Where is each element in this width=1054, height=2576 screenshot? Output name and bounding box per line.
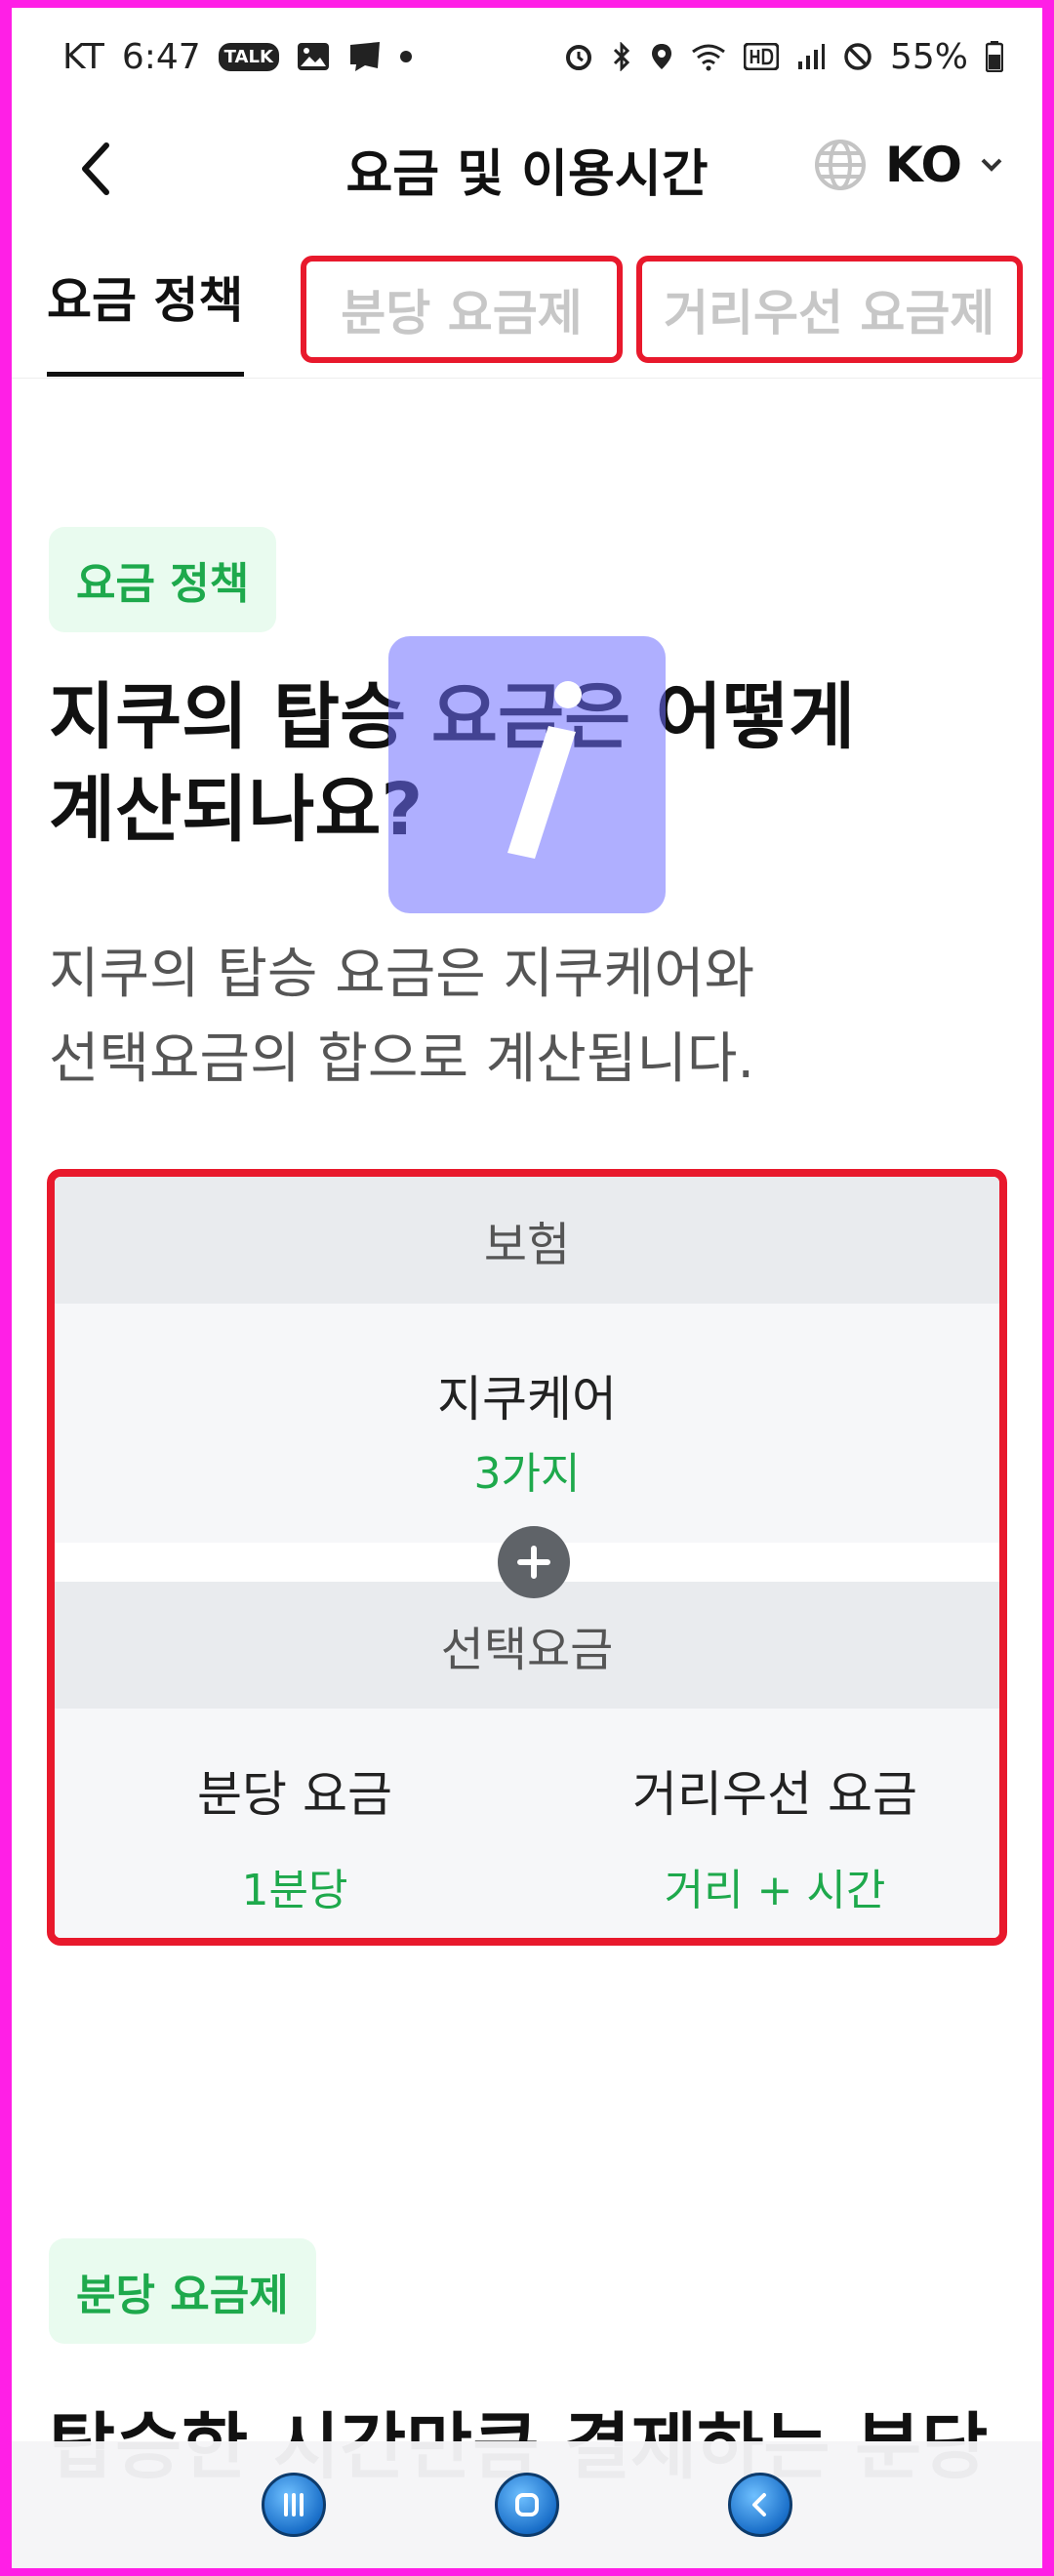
option-fee-header: 선택요금 (55, 1582, 999, 1709)
home-button[interactable] (494, 2473, 559, 2537)
plus-icon (498, 1526, 570, 1598)
care-title: 지쿠케어 (437, 1371, 617, 1428)
option-title: 분당 요금 (197, 1766, 392, 1823)
chevron-down-icon (981, 158, 1002, 172)
home-icon (514, 2493, 539, 2516)
insurance-header: 보험 (55, 1177, 999, 1304)
wifi-icon (691, 42, 726, 71)
webtoon-icon (347, 39, 383, 74)
do-not-disturb-icon (843, 42, 872, 71)
battery-icon (986, 41, 1003, 72)
status-right: 55% (564, 37, 1003, 77)
option-minute: 분당 요금 1분당 (55, 1755, 535, 1917)
recent-apps-button[interactable] (262, 2473, 327, 2537)
care-value: 3가지 (473, 1449, 581, 1499)
info-overlay-icon (388, 636, 666, 913)
section-badge-policy: 요금 정책 (49, 527, 277, 632)
back-button[interactable] (61, 135, 129, 203)
option-title: 거리우선 요금 (632, 1766, 917, 1823)
tab-minute-plan[interactable]: 분당 요금제 (301, 256, 623, 363)
tab-distance-plan[interactable]: 거리우선 요금제 (636, 256, 1023, 363)
talk-icon: TALK (218, 42, 279, 71)
back-arrow-icon (751, 2493, 766, 2516)
carrier-label: KT (62, 36, 104, 77)
status-bar: KT 6:47 TALK 55% (12, 8, 1042, 105)
dot-icon (399, 51, 412, 62)
option-distance: 거리우선 요금 거리 + 시간 (535, 1755, 999, 1917)
battery-label: 55% (889, 36, 968, 77)
tab-bar: 요금 정책 분당 요금제 거리우선 요금제 (12, 232, 1042, 379)
option-value: 1분당 (241, 1866, 348, 1915)
chevron-left-icon (82, 142, 109, 195)
alarm-icon (564, 42, 593, 71)
option-value: 거리 + 시간 (664, 1866, 886, 1915)
care-panel: 지쿠케어 3가지 (55, 1304, 999, 1543)
language-selector[interactable]: KO (813, 137, 1003, 193)
clock: 6:47 (121, 36, 201, 77)
screen: KT 6:47 TALK 55% 요금 및 이용시간 KO 요금 정책 분당 요… (12, 8, 1042, 2568)
talk-label: TALK (218, 42, 279, 71)
section-badge-minute: 분당 요금제 (49, 2238, 316, 2344)
active-tab-indicator (47, 372, 244, 377)
fee-structure-card: 보험 지쿠케어 3가지 선택요금 분당 요금 1분당 거리우선 요금 거리 + … (47, 1169, 1007, 1946)
language-label: KO (884, 137, 962, 193)
app-bar: 요금 및 이용시간 KO (12, 105, 1042, 232)
recent-apps-icon (284, 2493, 304, 2516)
section-description: 지쿠의 탑승 요금은 지쿠케어와 선택요금의 합으로 계산됩니다. (49, 933, 986, 1103)
option-panel: 분당 요금 1분당 거리우선 요금 거리 + 시간 (55, 1709, 999, 1938)
globe-icon (814, 140, 866, 190)
bluetooth-icon (611, 42, 632, 71)
description-line-1: 지쿠의 탑승 요금은 지쿠케어와 (49, 943, 755, 1006)
description-line-2: 선택요금의 합으로 계산됩니다. (49, 1026, 755, 1091)
tab-fee-policy[interactable]: 요금 정책 (47, 262, 243, 332)
location-icon (650, 42, 673, 71)
system-nav-bar (12, 2441, 1042, 2568)
page-title: 요금 및 이용시간 (345, 144, 709, 204)
hd-icon (743, 43, 779, 70)
signal-icon (796, 42, 826, 71)
back-nav-button[interactable] (727, 2473, 792, 2537)
gallery-icon (297, 42, 330, 71)
status-left: KT 6:47 TALK (62, 37, 412, 77)
